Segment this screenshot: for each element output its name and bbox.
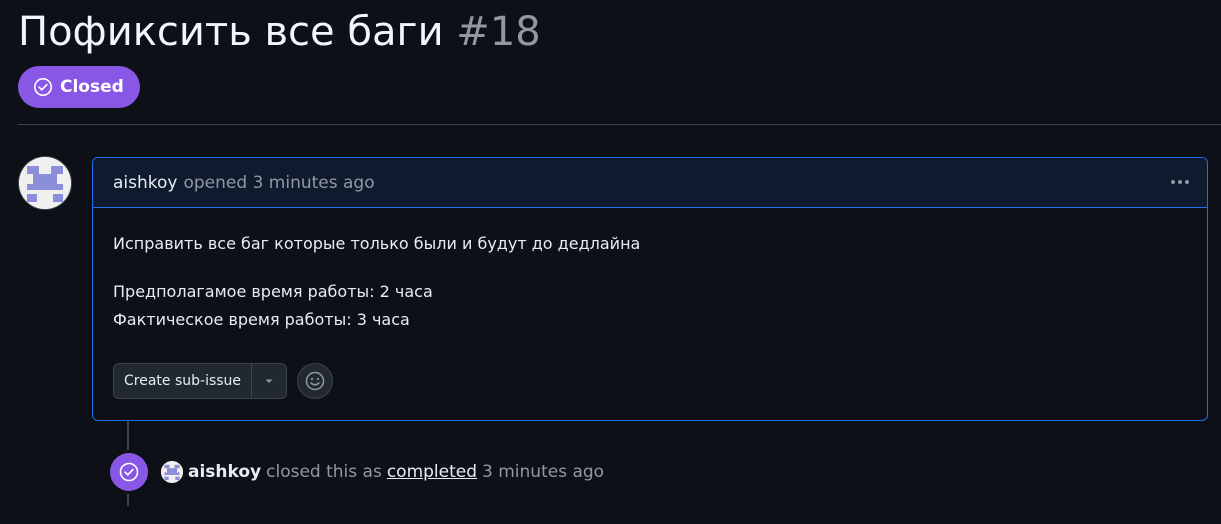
issue-number: #18: [456, 9, 541, 55]
comment-body: Исправить все баг которые только были и …: [93, 208, 1207, 334]
check-circle-icon: [119, 462, 139, 482]
issue-title-text: Пофиксить все баги: [18, 9, 444, 55]
author-avatar[interactable]: [19, 157, 71, 209]
comment-paragraph: Фактическое время работы: 3 часа: [113, 310, 410, 329]
check-circle-icon: [34, 78, 52, 96]
triangle-down-icon: [265, 379, 273, 383]
sub-issue-dropdown-button[interactable]: [252, 364, 286, 398]
completed-link[interactable]: completed: [387, 462, 477, 482]
issue-state-badge: Closed: [18, 66, 140, 108]
actor-avatar[interactable]: [161, 461, 183, 483]
comment-paragraph: Предполагамое время работы: 2 часа: [113, 282, 433, 301]
kebab-horizontal-icon[interactable]: [1167, 169, 1193, 195]
event-actor[interactable]: aishkoy: [188, 462, 261, 482]
create-sub-issue-button[interactable]: Create sub-issue: [114, 364, 253, 398]
event-timestamp[interactable]: 3 minutes ago: [482, 462, 604, 482]
closed-event: aishkoy closed this as completed 3 minut…: [161, 458, 604, 486]
issue-comment: aishkoy opened 3 minutes ago Исправить в…: [92, 157, 1208, 421]
issue-title: Пофиксить все баги #18: [18, 4, 541, 60]
comment-actions: Create sub-issue: [113, 363, 334, 399]
smiley-icon: [305, 371, 325, 391]
header-divider: [18, 124, 1221, 125]
comment-header: aishkoy opened 3 minutes ago: [93, 158, 1207, 208]
add-reaction-button[interactable]: [297, 363, 334, 399]
closed-event-badge: [110, 453, 148, 491]
event-text: closed this as: [266, 462, 382, 482]
issue-state-label: Closed: [60, 77, 124, 97]
create-sub-issue-split-button: Create sub-issue: [113, 363, 288, 399]
comment-author[interactable]: aishkoy: [113, 173, 177, 193]
comment-timestamp[interactable]: opened 3 minutes ago: [183, 173, 374, 193]
comment-paragraph: Исправить все баг которые только были и …: [113, 234, 641, 253]
